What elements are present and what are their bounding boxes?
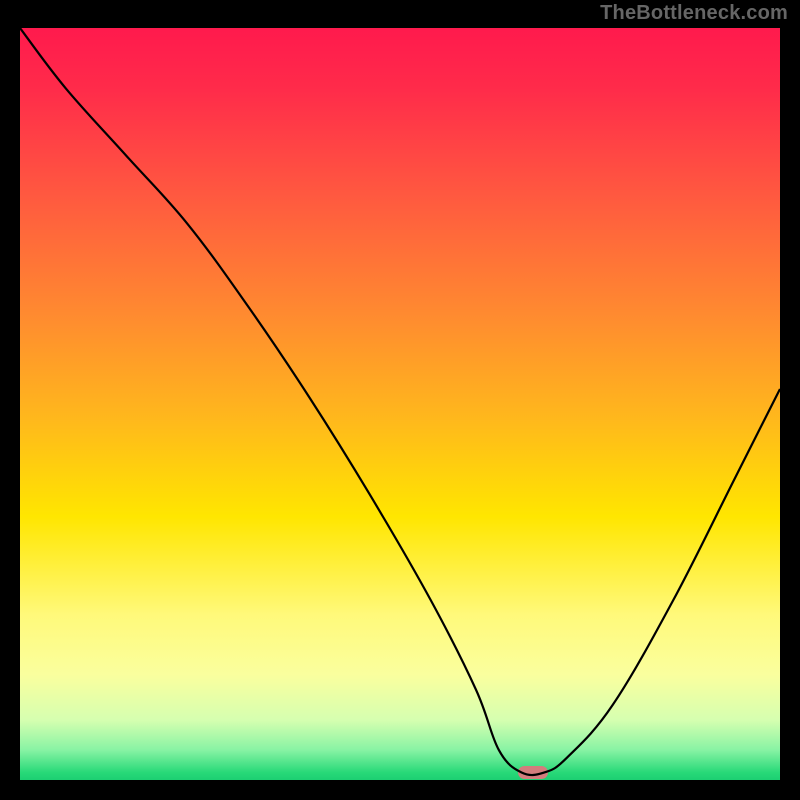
curve-path: [20, 28, 780, 775]
chart-container: TheBottleneck.com: [0, 0, 800, 800]
watermark-text: TheBottleneck.com: [600, 2, 788, 25]
bottleneck-curve: [20, 28, 780, 780]
plot-area: [20, 28, 780, 780]
